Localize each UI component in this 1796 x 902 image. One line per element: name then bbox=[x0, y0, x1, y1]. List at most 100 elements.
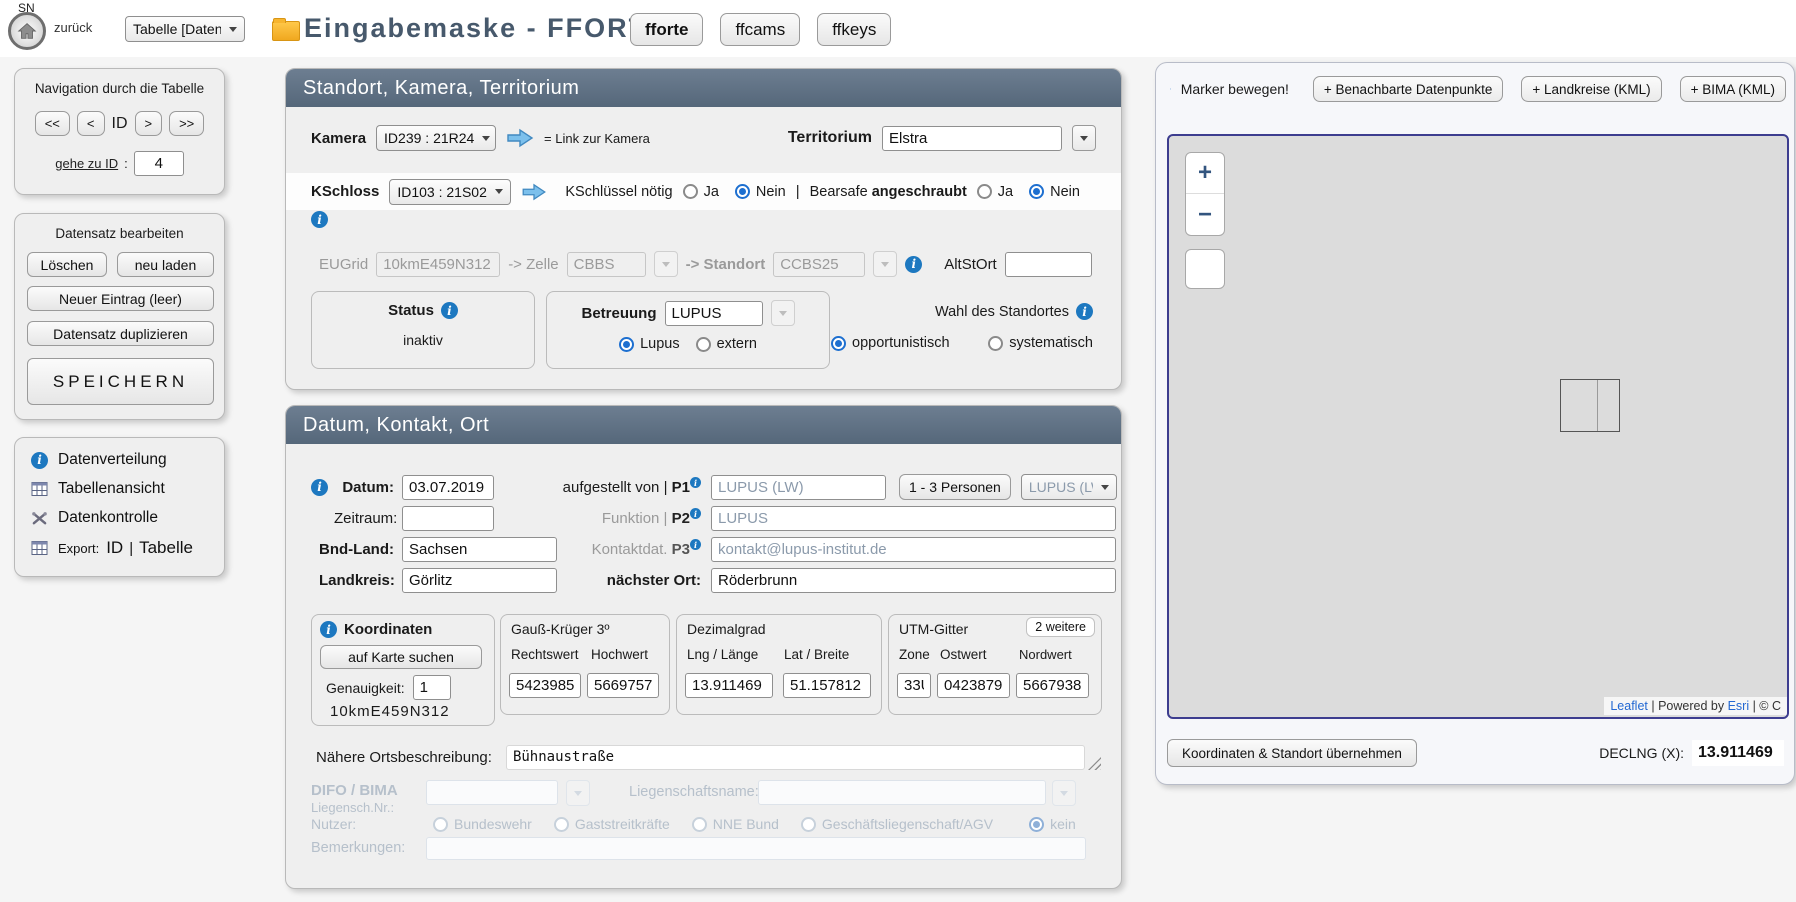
map-search-button[interactable]: auf Karte suchen bbox=[320, 645, 482, 669]
gk-rechtswert-input[interactable] bbox=[509, 673, 581, 698]
betreuung-lupus-label[interactable]: Lupus bbox=[640, 336, 680, 352]
p2-info-icon[interactable]: i bbox=[690, 508, 701, 519]
betreuung-lupus-radio[interactable] bbox=[619, 337, 634, 352]
ort-input[interactable] bbox=[711, 568, 1116, 593]
bearsafe-ja-label[interactable]: Ja bbox=[998, 184, 1013, 200]
wahl-systematisch-radio[interactable] bbox=[988, 336, 1003, 351]
link-arrow-icon[interactable] bbox=[506, 128, 534, 148]
goto-id-link[interactable]: gehe zu ID bbox=[55, 156, 118, 171]
tab-fforte[interactable]: fforte bbox=[630, 13, 703, 46]
zeitraum-input[interactable] bbox=[402, 506, 494, 531]
bearsafe-ja-radio[interactable] bbox=[977, 184, 992, 199]
landkreise-kml-button[interactable]: + Landkreise (KML) bbox=[1521, 76, 1661, 102]
separator-pipe: | bbox=[796, 183, 800, 200]
neighbors-button[interactable]: + Benachbarte Datenpunkte bbox=[1313, 76, 1504, 102]
personen-button[interactable]: 1 - 3 Personen bbox=[899, 474, 1011, 500]
menu-item-tabellenansicht[interactable]: Tabellenansicht bbox=[31, 480, 165, 498]
zoom-out-button[interactable]: − bbox=[1186, 194, 1224, 235]
chevron-down-icon bbox=[881, 262, 889, 267]
betreuung-extern-label[interactable]: extern bbox=[717, 336, 757, 352]
genauigkeit-input[interactable] bbox=[413, 675, 451, 700]
tab-ffkeys[interactable]: ffkeys bbox=[817, 13, 891, 46]
p1-label: aufgestellt von | P1i bbox=[504, 479, 701, 496]
kschluessel-ja-radio[interactable] bbox=[683, 184, 698, 199]
altstort-input[interactable] bbox=[1005, 252, 1092, 277]
duplicate-button[interactable]: Datensatz duplizieren bbox=[27, 321, 214, 346]
esri-link[interactable]: Esri bbox=[1728, 699, 1750, 713]
menu-item-datenkontrolle[interactable]: Datenkontrolle bbox=[31, 509, 158, 527]
datum-info-icon[interactable]: i bbox=[311, 479, 328, 496]
save-button[interactable]: SPEICHERN bbox=[27, 358, 214, 405]
gk-hochwert-input[interactable] bbox=[587, 673, 659, 698]
nutzer-nne-bund-radio bbox=[692, 817, 707, 832]
standort-info-icon[interactable]: i bbox=[905, 256, 922, 273]
kamera-label: Kamera bbox=[311, 130, 366, 147]
nutzer-kein-radio bbox=[1029, 817, 1044, 832]
kschluessel-nein-label[interactable]: Nein bbox=[756, 184, 786, 200]
landkreis-input[interactable] bbox=[402, 568, 557, 593]
datum-input[interactable] bbox=[402, 475, 494, 500]
resize-grip-icon[interactable] bbox=[1088, 757, 1101, 770]
app-tabs: fforte ffcams ffkeys bbox=[630, 13, 891, 46]
kschluessel-nein-radio[interactable] bbox=[735, 184, 750, 199]
ortsbeschreibung-input[interactable] bbox=[506, 745, 1085, 770]
map-layers-button[interactable] bbox=[1185, 249, 1225, 289]
first-record-button[interactable]: << bbox=[35, 111, 70, 136]
zoom-in-button[interactable]: + bbox=[1186, 153, 1224, 194]
bndland-input[interactable] bbox=[402, 537, 557, 562]
export-table-link[interactable]: Tabelle bbox=[139, 538, 193, 558]
back-link[interactable]: zurück bbox=[54, 20, 92, 35]
goto-id-input[interactable] bbox=[134, 151, 184, 176]
betreuung-dropdown-button[interactable] bbox=[771, 300, 795, 326]
utm-zone-input[interactable] bbox=[897, 673, 931, 698]
kschloss-select[interactable]: ID103 : 21S02 bbox=[389, 179, 511, 205]
reload-button[interactable]: neu laden bbox=[117, 252, 214, 277]
betreuung-input[interactable] bbox=[665, 301, 763, 326]
wahl-systematisch-label[interactable]: systematisch bbox=[1009, 335, 1093, 351]
apply-coordinates-button[interactable]: Koordinaten & Standort übernehmen bbox=[1167, 739, 1417, 767]
kschloss-info-icon[interactable]: i bbox=[311, 211, 328, 228]
p1-info-icon[interactable]: i bbox=[690, 477, 701, 488]
dez-lat-input[interactable] bbox=[783, 673, 871, 698]
territorium-dropdown-button[interactable] bbox=[1072, 125, 1096, 151]
wahl-opportunistisch-label[interactable]: opportunistisch bbox=[852, 335, 950, 351]
bearsafe-nein-radio[interactable] bbox=[1029, 184, 1044, 199]
utm-ostwert-input[interactable] bbox=[937, 673, 1010, 698]
wahl-opportunistisch-radio[interactable] bbox=[831, 336, 846, 351]
next-record-button[interactable]: > bbox=[135, 111, 163, 136]
utm-nordwert-input[interactable] bbox=[1016, 673, 1089, 698]
p1-select[interactable]: LUPUS (LW bbox=[1021, 474, 1117, 500]
status-info-icon[interactable]: i bbox=[441, 302, 458, 319]
p2-input[interactable] bbox=[711, 506, 1116, 531]
home-button[interactable] bbox=[8, 12, 46, 50]
bndland-label: Bnd-Land: bbox=[319, 541, 394, 558]
kschluessel-ja-label[interactable]: Ja bbox=[704, 184, 719, 200]
leaflet-link[interactable]: Leaflet bbox=[1610, 699, 1648, 713]
link-arrow-icon[interactable] bbox=[521, 183, 547, 201]
kamera-select[interactable]: ID239 : 21R24 bbox=[376, 125, 496, 151]
export-id-link[interactable]: ID bbox=[106, 538, 123, 558]
p3-input[interactable] bbox=[711, 537, 1116, 562]
delete-button[interactable]: Löschen bbox=[27, 252, 107, 277]
dez-lng-input[interactable] bbox=[685, 673, 773, 698]
genauigkeit-label: Genauigkeit: bbox=[326, 680, 405, 696]
export-label: Export: bbox=[58, 541, 99, 556]
betreuung-extern-radio[interactable] bbox=[696, 337, 711, 352]
menu-item-datenverteilung[interactable]: i Datenverteilung bbox=[31, 451, 167, 469]
p1-input[interactable] bbox=[711, 475, 886, 500]
standort-label: -> Standort bbox=[686, 256, 766, 273]
koordinaten-info-icon[interactable]: i bbox=[320, 621, 337, 638]
utm-more-button[interactable]: 2 weitere bbox=[1026, 617, 1095, 637]
map-canvas[interactable]: + − Leaflet | Powered by Esri | © C bbox=[1167, 134, 1789, 719]
bearsafe-nein-label[interactable]: Nein bbox=[1050, 184, 1080, 200]
new-entry-button[interactable]: Neuer Eintrag (leer) bbox=[27, 286, 214, 311]
prev-record-button[interactable]: < bbox=[77, 111, 105, 136]
territorium-input[interactable] bbox=[882, 126, 1062, 151]
tab-ffcams[interactable]: ffcams bbox=[720, 13, 800, 46]
p3-info-icon[interactable]: i bbox=[690, 539, 701, 550]
folder-icon bbox=[272, 21, 300, 41]
wahl-info-icon[interactable]: i bbox=[1076, 303, 1093, 320]
table-select[interactable]: Tabelle [Datens bbox=[125, 16, 245, 42]
last-record-button[interactable]: >> bbox=[169, 111, 204, 136]
bima-kml-button[interactable]: + BIMA (KML) bbox=[1680, 76, 1786, 102]
